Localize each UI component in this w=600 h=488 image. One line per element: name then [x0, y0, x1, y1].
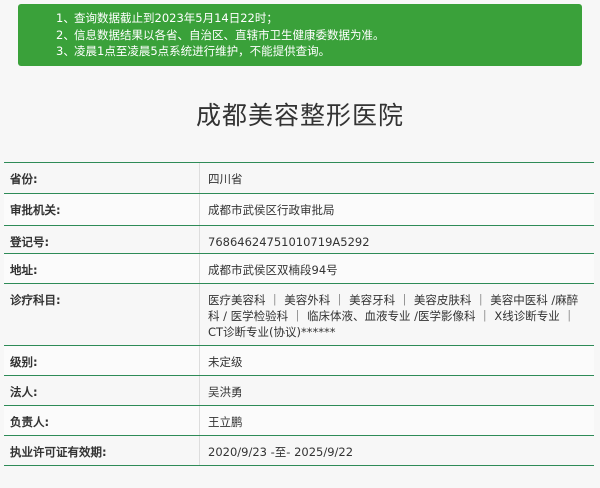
table-row: 法人: 吴洪勇	[4, 376, 594, 406]
row-value: 76864624751010719A5292	[208, 235, 370, 249]
table-row: 地址: 成都市武侯区双楠段94号	[4, 254, 594, 284]
notice-num: 3、	[56, 44, 75, 58]
page-title: 成都美容整形医院	[195, 101, 404, 130]
notice-text: 查询数据截止到2023年5月14日22时；	[74, 11, 278, 25]
table-row: 登记号: 76864624751010719A5292	[4, 226, 594, 254]
table-row: 级别: 未定级	[4, 346, 594, 376]
row-value: 成都市武侯区双楠段94号	[208, 263, 338, 277]
notice-num: 1、	[56, 11, 75, 25]
row-label: 省份:	[4, 163, 200, 193]
table-row: 负责人: 王立鹏	[4, 406, 594, 436]
row-label: 法人:	[4, 376, 200, 405]
row-label: 登记号:	[4, 226, 200, 253]
table-row: 审批机关: 成都市武侯区行政审批局	[4, 194, 594, 226]
row-value: 2020/9/23 -至- 2025/9/22	[208, 445, 354, 459]
row-label: 诊疗科目:	[4, 284, 200, 345]
row-value: 王立鹏	[208, 415, 243, 429]
row-value: 成都市武侯区行政审批局	[208, 203, 335, 217]
notice-text: 凌晨1点至凌晨5点系统进行维护，不能提供查询。	[74, 44, 331, 58]
notice-line: 3、凌晨1点至凌晨5点系统进行维护，不能提供查询。	[56, 43, 582, 60]
notice-line: 1、查询数据截止到2023年5月14日22时；	[56, 10, 582, 27]
row-label: 执业许可证有效期:	[4, 436, 200, 465]
table-row: 执业许可证有效期: 2020/9/23 -至- 2025/9/22	[4, 436, 594, 466]
table-row: 省份: 四川省	[4, 162, 594, 194]
row-label: 级别:	[4, 346, 200, 375]
row-value: 医疗美容科 ｜ 美容外科 ｜ 美容牙科 ｜ 美容皮肤科 ｜ 美容中医科 /麻醉科…	[208, 293, 579, 339]
row-label: 负责人:	[4, 406, 200, 435]
row-value: 四川省	[208, 172, 243, 186]
row-label: 地址:	[4, 254, 200, 283]
row-value: 未定级	[208, 355, 243, 369]
table-row: 诊疗科目: 医疗美容科 ｜ 美容外科 ｜ 美容牙科 ｜ 美容皮肤科 ｜ 美容中医…	[4, 284, 594, 346]
notice-text: 信息数据结果以各省、自治区、直辖市卫生健康委数据为准。	[74, 27, 385, 42]
notice-line: 2、信息数据结果以各省、自治区、直辖市卫生健康委数据为准。	[56, 27, 582, 44]
row-value: 吴洪勇	[208, 385, 243, 399]
info-table: 省份: 四川省 审批机关: 成都市武侯区行政审批局 登记号: 768646247…	[4, 162, 594, 466]
notice-num: 2、	[56, 27, 75, 42]
row-label: 审批机关:	[4, 194, 200, 225]
notice-banner: 1、查询数据截止到2023年5月14日22时； 2、信息数据结果以各省、自治区、…	[18, 4, 582, 66]
